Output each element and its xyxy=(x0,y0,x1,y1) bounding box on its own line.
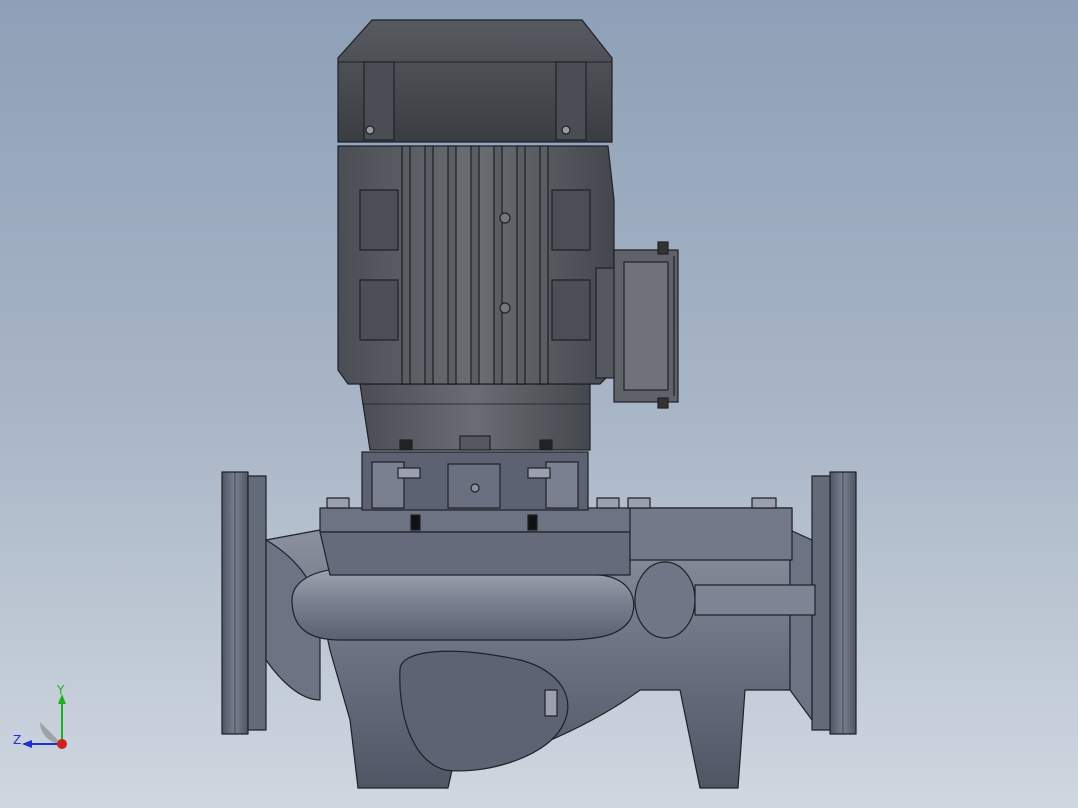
lantern-bracket xyxy=(361,451,589,511)
motor-flange xyxy=(359,383,591,451)
x-axis-dot xyxy=(57,739,67,749)
pump-casing xyxy=(221,471,857,789)
motor-body xyxy=(337,145,615,385)
graphics-viewport[interactable]: Y Z xyxy=(0,0,1078,808)
z-axis-label: Z xyxy=(13,733,21,747)
coordinate-triad[interactable]: Y Z xyxy=(12,684,82,754)
y-axis-label: Y xyxy=(56,684,65,697)
inline-pump-model[interactable] xyxy=(0,0,1078,808)
volute xyxy=(291,568,635,641)
fan-cowl xyxy=(337,19,613,143)
